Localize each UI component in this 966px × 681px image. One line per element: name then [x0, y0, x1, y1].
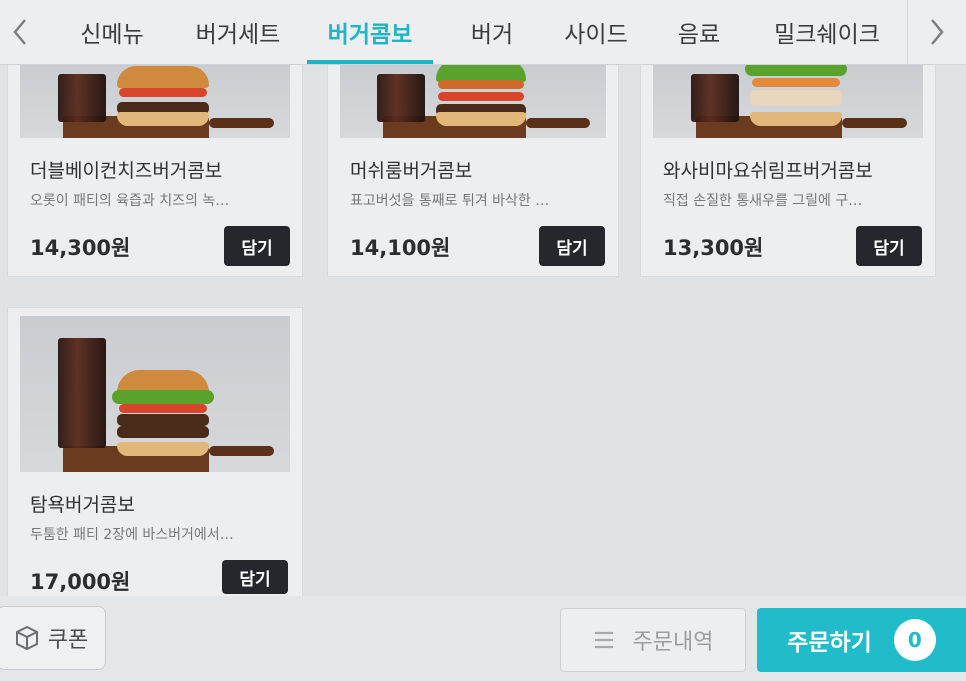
chevron-left-icon[interactable]	[0, 0, 40, 64]
product-image	[340, 64, 606, 138]
coupon-icon	[14, 625, 40, 651]
product-description: 오롯이 패티의 육즙과 치즈의 녹…	[30, 193, 230, 209]
product-description: 표고버섯을 통째로 튀겨 바삭한 …	[350, 193, 550, 209]
add-to-cart-button[interactable]: 담기	[539, 226, 605, 266]
tab-side[interactable]: 사이드	[551, 0, 641, 64]
tab-burger-set[interactable]: 버거세트	[183, 0, 293, 64]
chevron-right-icon[interactable]	[907, 0, 966, 64]
coupon-label: 쿠폰	[47, 628, 89, 653]
tab-burger[interactable]: 버거	[458, 0, 526, 64]
add-to-cart-button[interactable]: 담기	[856, 226, 922, 266]
product-card[interactable]: 머쉬룸버거콤보 표고버섯을 통째로 튀겨 바삭한 … 14,100원 담기	[328, 64, 618, 276]
add-to-cart-button[interactable]: 담기	[222, 560, 288, 594]
category-tab-bar: 신메뉴 버거세트 버거콤보 버거 사이드 음료 밀크쉐이크	[0, 0, 966, 65]
product-price: 14,100원	[350, 236, 451, 260]
product-price: 14,300원	[30, 236, 131, 260]
product-price: 13,300원	[663, 236, 764, 260]
order-history-button[interactable]: 주문내역	[560, 608, 746, 672]
tab-burger-combo[interactable]: 버거콤보	[307, 0, 433, 64]
cart-count-badge: 0	[893, 619, 936, 661]
product-name: 더블베이컨치즈버거콤보	[30, 160, 223, 182]
tab-new-menu[interactable]: 신메뉴	[66, 0, 158, 64]
product-image	[20, 316, 290, 472]
coupon-button[interactable]: 쿠폰	[0, 606, 106, 670]
product-name: 와사비마요쉬림프버거콤보	[663, 160, 873, 182]
product-image	[653, 64, 923, 138]
bottom-action-bar: 쿠폰 주문내역 주문하기 0	[0, 596, 966, 681]
product-price: 17,000원	[30, 570, 131, 594]
product-name: 탐욕버거콤보	[30, 494, 135, 516]
product-card[interactable]: 더블베이컨치즈버거콤보 오롯이 패티의 육즙과 치즈의 녹… 14,300원 담…	[8, 64, 302, 276]
product-name: 머쉬룸버거콤보	[350, 160, 473, 182]
product-card[interactable]: 탐욕버거콤보 두툼한 패티 2장에 바스버거에서… 17,000원 담기	[8, 308, 302, 598]
tab-milkshake[interactable]: 밀크쉐이크	[757, 0, 897, 64]
place-order-button[interactable]: 주문하기 0	[757, 608, 966, 672]
list-icon	[593, 630, 615, 650]
product-description: 직접 손질한 통새우를 그릴에 구…	[663, 193, 863, 209]
tab-drink[interactable]: 음료	[666, 0, 732, 64]
product-description: 두툼한 패티 2장에 바스버거에서…	[30, 527, 234, 543]
order-history-label: 주문내역	[632, 630, 714, 655]
place-order-label: 주문하기	[787, 630, 872, 656]
product-card[interactable]: 와사비마요쉬림프버거콤보 직접 손질한 통새우를 그릴에 구… 13,300원 …	[641, 64, 935, 276]
add-to-cart-button[interactable]: 담기	[224, 226, 290, 266]
product-image	[20, 64, 290, 138]
